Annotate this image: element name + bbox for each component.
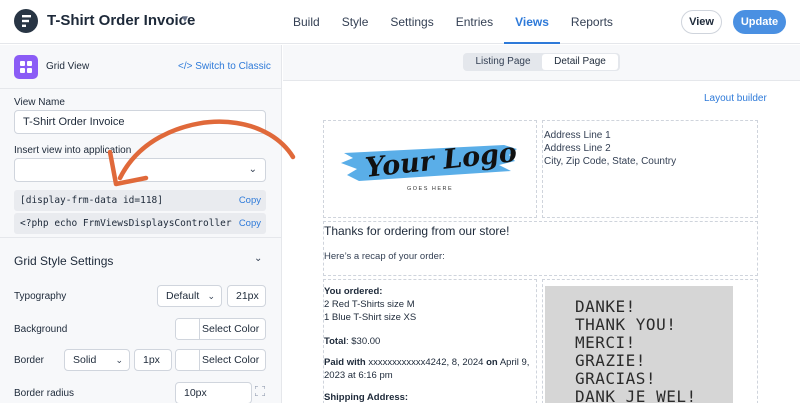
grid-view-label: Grid View bbox=[46, 61, 90, 72]
nav-settings[interactable]: Settings bbox=[379, 0, 444, 44]
switch-to-classic-link[interactable]: </> Switch to Classic bbox=[178, 61, 271, 72]
page-tabs-bar: Listing Page Detail Page bbox=[283, 45, 800, 81]
nav-views[interactable]: Views bbox=[504, 0, 560, 44]
chevron-down-icon: ⌄ bbox=[115, 355, 123, 365]
view-button[interactable]: View bbox=[681, 10, 722, 34]
border-label: Border bbox=[14, 355, 45, 366]
your-logo-image: Your Logo GOES HERE bbox=[339, 131, 519, 201]
border-width-input[interactable]: 1px bbox=[134, 349, 172, 371]
thanks-heading: Thanks for ordering from our store! bbox=[324, 224, 510, 238]
nav-reports[interactable]: Reports bbox=[560, 0, 624, 44]
photo-text: DANKE! THANK YOU! MERCI! GRAZIE! GRACIAS… bbox=[575, 297, 697, 403]
paid-with-label: Paid with bbox=[324, 357, 366, 368]
chevron-down-icon[interactable]: ⌄ bbox=[254, 253, 262, 264]
order-item: 1 Blue T-Shirt size XS bbox=[324, 312, 417, 323]
update-button[interactable]: Update bbox=[733, 10, 786, 34]
copy-php-button[interactable]: Copy bbox=[236, 213, 261, 234]
recap-text: Here’s a recap of your order: bbox=[324, 251, 445, 262]
color-swatch bbox=[176, 319, 200, 339]
thank-you-photo: DANKE! THANK YOU! MERCI! GRAZIE! GRACIAS… bbox=[545, 286, 733, 403]
total-value: : $30.00 bbox=[346, 336, 381, 347]
background-select-color-label: Select Color bbox=[202, 323, 260, 335]
main-nav: Build Style Settings Entries Views Repor… bbox=[282, 0, 624, 44]
settings-sidebar: Grid View </> Switch to Classic View Nam… bbox=[0, 45, 282, 403]
payment-info: Paid with xxxxxxxxxxxx4242, 8, 2024 on A… bbox=[324, 356, 529, 382]
border-radius-label: Border radius bbox=[14, 388, 75, 399]
grid-view-icon bbox=[14, 55, 38, 79]
border-radius-input[interactable]: 10px bbox=[175, 382, 252, 403]
tab-listing-page[interactable]: Listing Page bbox=[465, 54, 541, 70]
grid-style-settings-title[interactable]: Grid Style Settings bbox=[14, 254, 113, 268]
shipping-address: Shipping Address: bbox=[324, 391, 408, 403]
logo-tagline: GOES HERE bbox=[407, 186, 454, 192]
order-summary: You ordered: 2 Red T-Shirts size M 1 Blu… bbox=[324, 285, 416, 324]
view-preview-canvas: Listing Page Detail Page Layout builder … bbox=[283, 45, 800, 403]
typography-value: Default bbox=[166, 290, 200, 302]
address-line: Address Line 2 bbox=[544, 143, 611, 154]
expand-icon[interactable] bbox=[255, 386, 265, 396]
paid-on-label: on bbox=[486, 357, 498, 368]
address-line: Address Line 1 bbox=[544, 130, 611, 141]
nav-style[interactable]: Style bbox=[331, 0, 380, 44]
top-bar: T-Shirt Order Invoice ▼ Build Style Sett… bbox=[0, 0, 800, 44]
background-color-picker[interactable]: Select Color bbox=[175, 318, 266, 340]
layout-builder-link[interactable]: Layout builder bbox=[704, 93, 767, 104]
nav-entries[interactable]: Entries bbox=[445, 0, 504, 44]
chevron-down-icon: ⌄ bbox=[207, 291, 215, 301]
typography-select[interactable]: Default ⌄ bbox=[157, 285, 222, 307]
shipping-label: Shipping Address: bbox=[324, 392, 409, 403]
background-label: Background bbox=[14, 324, 68, 335]
you-ordered-label: You ordered: bbox=[324, 286, 383, 297]
address-line: City, Zip Code, State, Country bbox=[544, 156, 677, 167]
total-label: Total bbox=[324, 336, 346, 347]
typography-label: Typography bbox=[14, 291, 67, 302]
formidable-logo-icon[interactable] bbox=[14, 9, 38, 33]
page-tabs: Listing Page Detail Page bbox=[463, 53, 620, 71]
order-item: 2 Red T-Shirts size M bbox=[324, 299, 415, 310]
paid-date: April 9, bbox=[497, 357, 530, 368]
nav-build[interactable]: Build bbox=[282, 0, 331, 44]
paid-card: xxxxxxxxxxxx4242, 8, 2024 bbox=[365, 357, 487, 368]
border-style-value: Solid bbox=[73, 354, 97, 366]
paid-time: 2023 at 6:16 pm bbox=[324, 370, 393, 381]
border-select-color-label: Select Color bbox=[202, 354, 260, 366]
border-style-select[interactable]: Solid ⌄ bbox=[64, 349, 130, 371]
tab-detail-page[interactable]: Detail Page bbox=[542, 54, 618, 70]
color-swatch bbox=[176, 350, 200, 370]
php-code-row: <?php echo FrmViewsDisplaysController::g… bbox=[14, 213, 266, 234]
typography-size-input[interactable]: 21px bbox=[227, 285, 266, 307]
border-color-picker[interactable]: Select Color bbox=[175, 349, 266, 371]
annotation-arrow-icon bbox=[107, 119, 296, 187]
chevron-down-icon[interactable]: ▼ bbox=[180, 14, 190, 25]
view-name-label: View Name bbox=[14, 97, 65, 108]
order-total: Total: $30.00 bbox=[324, 335, 380, 348]
address-block: Address Line 1 Address Line 2 City, Zip … bbox=[544, 129, 676, 168]
php-code-text: <?php echo FrmViewsDisplaysController::g… bbox=[20, 218, 232, 229]
divider bbox=[0, 88, 281, 89]
form-title[interactable]: T-Shirt Order Invoice bbox=[47, 12, 195, 29]
divider bbox=[0, 237, 281, 238]
